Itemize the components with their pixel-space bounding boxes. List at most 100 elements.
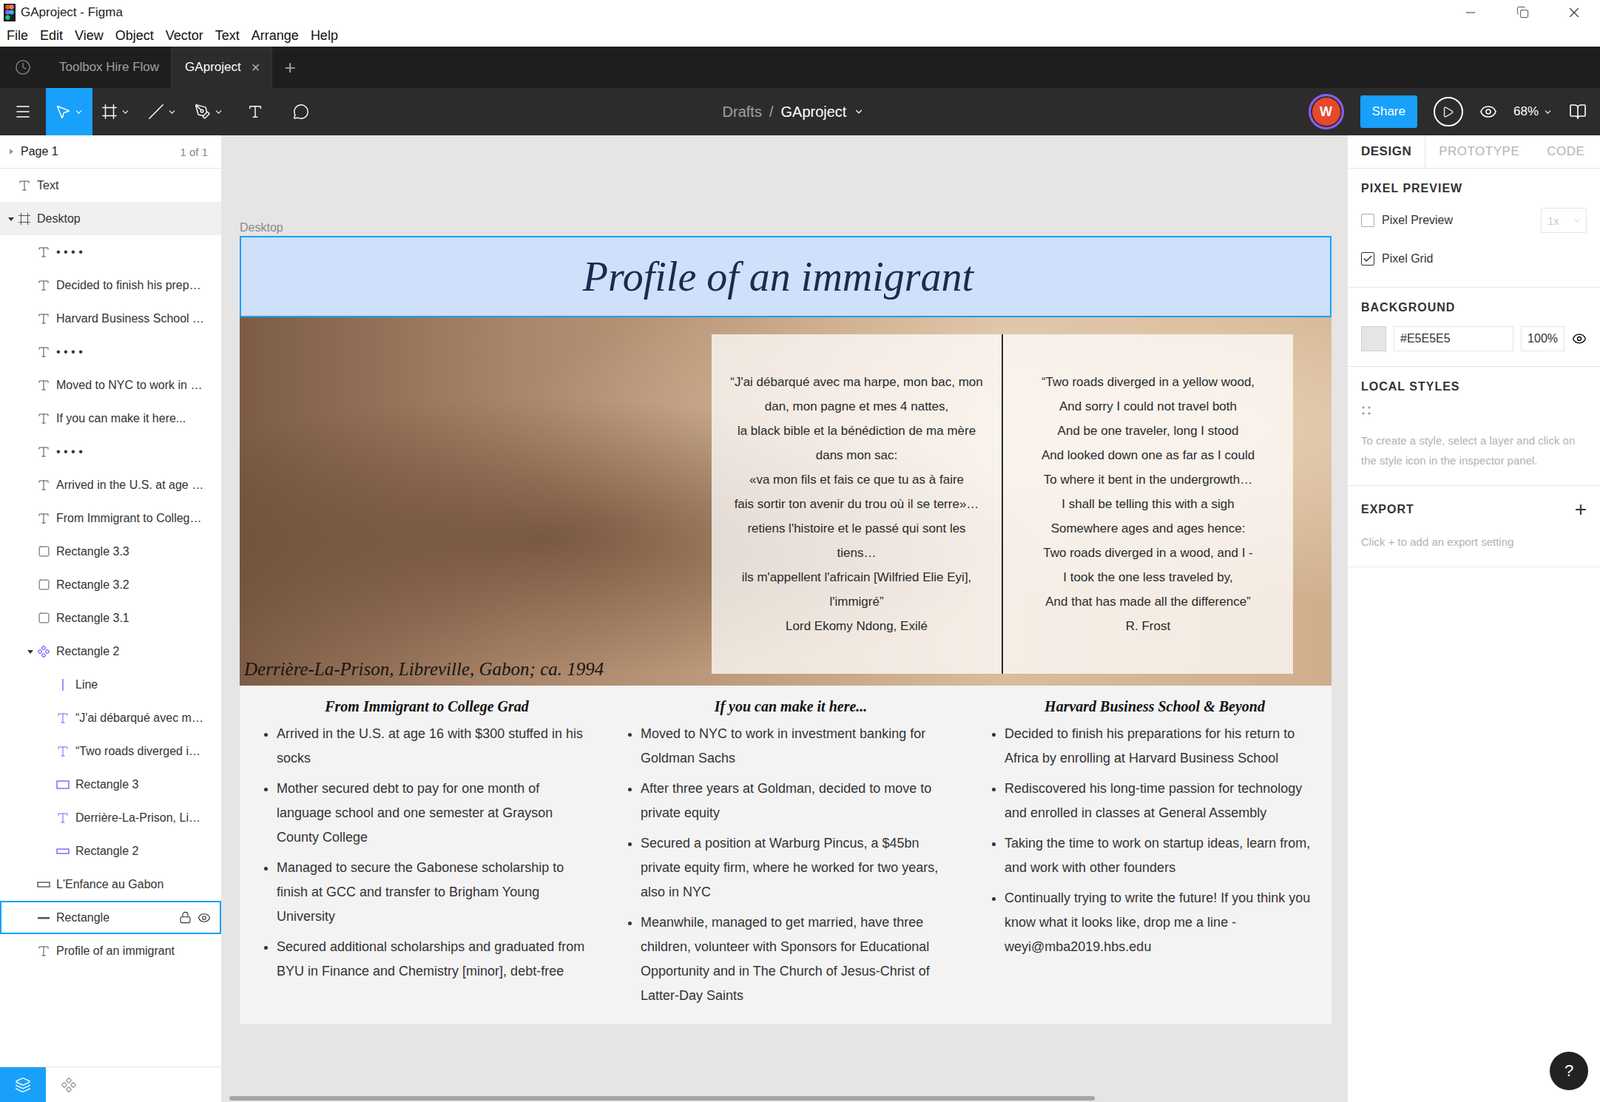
tool-button[interactable] <box>139 88 186 136</box>
layer-row[interactable]: Decided to finish his prep… <box>0 268 222 302</box>
tool-button[interactable] <box>92 88 140 136</box>
layer-arrow[interactable] <box>23 944 37 958</box>
breadcrumb-file[interactable]: GAproject <box>780 103 847 121</box>
main-menu-button[interactable] <box>0 88 46 136</box>
layer-row[interactable]: Rectangle 3.1 <box>0 601 222 635</box>
opacity-field[interactable]: 100% <box>1520 326 1565 352</box>
layer-row[interactable]: • • • • <box>0 434 222 469</box>
tool-button[interactable] <box>232 88 279 136</box>
quote[interactable]: “J'ai débarqué avec ma harpe, mon bac, m… <box>711 334 1002 674</box>
layer-arrow[interactable] <box>42 844 57 859</box>
checkbox[interactable] <box>1361 252 1375 266</box>
layer-row[interactable]: Rectangle 3 <box>0 767 222 802</box>
eye-icon[interactable] <box>197 911 211 925</box>
scale-select[interactable]: 1x <box>1540 207 1587 234</box>
artboard[interactable]: Profile of an immigrant Derrière-La-Priso… <box>239 235 1332 1025</box>
restore-button[interactable] <box>1496 0 1549 25</box>
layer-row[interactable]: “J'ai débarqué avec m… <box>0 701 222 735</box>
layer-row[interactable]: From Immigrant to Colleg… <box>0 501 222 535</box>
footer-tab[interactable] <box>0 1067 46 1102</box>
add-export-button[interactable]: + <box>1574 499 1587 521</box>
story-column[interactable]: If you can make it here...Moved to NYC t… <box>603 694 968 1015</box>
user-avatar[interactable]: W <box>1308 93 1345 130</box>
layer-row[interactable]: Desktop <box>0 201 222 236</box>
file-tab[interactable]: Toolbox Hire Flow <box>45 46 172 89</box>
layer-arrow[interactable] <box>23 345 37 359</box>
recent-button[interactable] <box>0 59 46 76</box>
story-column[interactable]: From Immigrant to College GradArrived in… <box>239 694 604 1015</box>
help-button[interactable]: ? <box>1549 1051 1589 1091</box>
layer-arrow[interactable] <box>4 212 18 226</box>
hex-field[interactable]: #E5E5E5 <box>1393 326 1514 352</box>
layer-row[interactable]: Derrière-La-Prison, Li… <box>0 801 222 835</box>
layer-arrow[interactable] <box>23 378 37 393</box>
menu-item[interactable]: Text <box>209 28 246 44</box>
quote[interactable]: “Two roads diverged in a yellow wood,And… <box>1003 334 1294 674</box>
profile-title[interactable]: Profile of an immigrant <box>582 252 989 301</box>
layer-row[interactable]: “Two roads diverged i… <box>0 734 222 768</box>
new-tab-button[interactable]: + <box>272 56 307 80</box>
menu-item[interactable]: Help <box>304 28 344 44</box>
layer-arrow[interactable] <box>23 878 37 892</box>
layer-arrow[interactable] <box>42 711 57 725</box>
menu-item[interactable]: Object <box>109 28 160 44</box>
lock-icon[interactable] <box>179 911 192 924</box>
present-button[interactable] <box>1433 96 1464 127</box>
layer-row[interactable]: Moved to NYC to work in … <box>0 368 222 402</box>
canvas[interactable]: DesktopProfile of an immigrantDerrière-L… <box>221 135 1348 1102</box>
expanded-arrow-icon[interactable] <box>26 647 35 656</box>
eye-icon[interactable] <box>1571 331 1587 347</box>
layer-row[interactable]: Arrived in the U.S. at age … <box>0 468 222 502</box>
option-row[interactable]: Pixel Preview1x <box>1361 207 1587 234</box>
layer-arrow[interactable] <box>23 611 37 626</box>
panel-tab[interactable]: DESIGN <box>1347 135 1426 168</box>
layer-row[interactable]: Rectangle 2 <box>0 634 222 668</box>
photo[interactable]: Derrière-La-Prison, Libreville, Gabon; c… <box>239 317 1332 686</box>
layer-row[interactable]: Line <box>0 667 222 702</box>
layer-row[interactable]: L'Enfance au Gabon <box>0 867 222 901</box>
layer-arrow[interactable] <box>23 245 37 259</box>
zoom-menu[interactable]: 68% <box>1513 104 1553 120</box>
quote-panel[interactable]: “J'ai débarqué avec ma harpe, mon bac, m… <box>711 334 1294 674</box>
expanded-arrow-icon[interactable] <box>7 215 15 223</box>
layer-arrow[interactable] <box>23 578 37 592</box>
layer-row[interactable]: Harvard Business School … <box>0 301 222 336</box>
library-icon[interactable] <box>1568 102 1587 121</box>
layer-arrow[interactable] <box>42 778 57 792</box>
header-band[interactable]: Profile of an immigrant <box>239 235 1332 318</box>
minimize-button[interactable] <box>1444 0 1497 25</box>
layer-arrow[interactable] <box>42 811 57 825</box>
layer-row[interactable]: Rectangle 3.2 <box>0 568 222 602</box>
collapsed-arrow-icon[interactable] <box>7 147 15 156</box>
menu-item[interactable]: Vector <box>159 28 210 44</box>
layer-row[interactable]: Rectangle 3.3 <box>0 534 222 569</box>
tool-button[interactable] <box>45 88 93 136</box>
layer-arrow[interactable] <box>4 179 18 193</box>
menu-item[interactable]: View <box>68 28 110 44</box>
option-row[interactable]: Pixel Grid <box>1361 245 1587 273</box>
panel-tab[interactable]: PROTOTYPE <box>1425 135 1534 168</box>
panel-tab[interactable]: CODE <box>1533 135 1599 168</box>
layer-arrow[interactable] <box>23 545 37 559</box>
layer-row[interactable]: • • • • <box>0 235 222 269</box>
layer-row[interactable]: Rectangle 2 <box>0 834 222 868</box>
layer-arrow[interactable] <box>23 478 37 492</box>
footer-tab[interactable] <box>45 1067 92 1102</box>
layer-arrow[interactable] <box>23 412 37 426</box>
layer-row[interactable]: If you can make it here... <box>0 401 222 435</box>
eye-icon[interactable] <box>1479 102 1498 121</box>
layer-arrow[interactable] <box>42 678 57 692</box>
styles-icon[interactable] <box>1361 405 1372 416</box>
layer-arrow[interactable] <box>23 278 37 293</box>
layer-arrow[interactable] <box>23 312 37 326</box>
horizontal-scrollbar[interactable] <box>229 1096 1095 1101</box>
layer-arrow[interactable] <box>42 744 57 759</box>
tool-button[interactable] <box>278 88 324 136</box>
story-column[interactable]: Harvard Business School & BeyondDecided … <box>967 694 1332 1015</box>
file-tab[interactable]: GAproject× <box>171 46 273 89</box>
photo-caption[interactable]: Derrière-La-Prison, Libreville, Gabon; c… <box>244 659 604 680</box>
checkbox[interactable] <box>1361 213 1375 228</box>
layer-row[interactable]: Rectangle <box>0 900 222 935</box>
layer-arrow[interactable] <box>23 445 37 459</box>
color-swatch[interactable] <box>1361 326 1387 352</box>
